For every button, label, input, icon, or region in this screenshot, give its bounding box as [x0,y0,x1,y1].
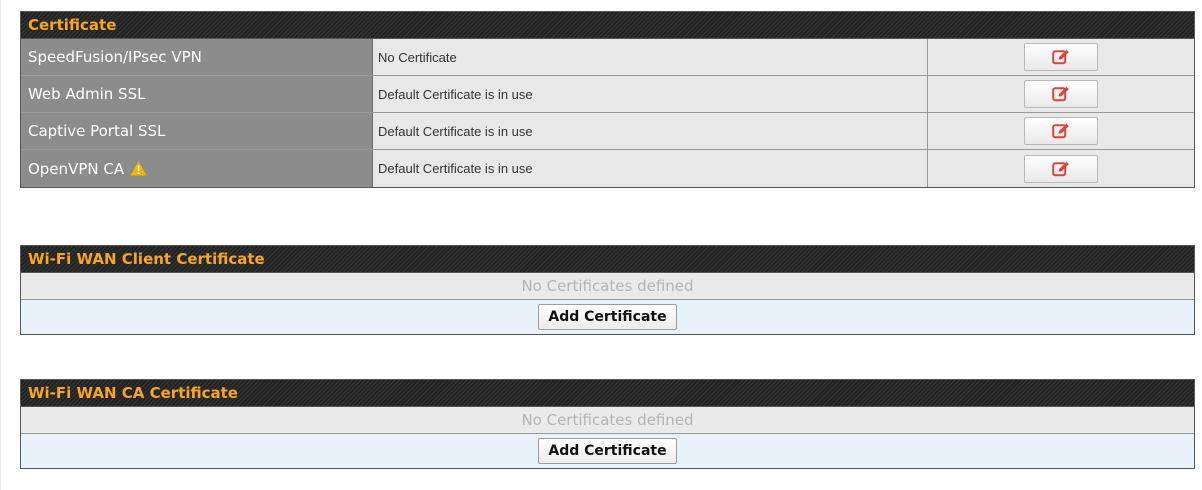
row-value: Default Certificate is in use [373,113,928,149]
table-row: OpenVPN CA Default Certificate is in use [21,150,1194,187]
row-value: Default Certificate is in use [373,76,928,112]
table-row: Captive Portal SSL Default Certificate i… [21,113,1194,150]
wifi-wan-client-certificate-section: Wi-Fi WAN Client Certificate No Certific… [20,245,1195,335]
add-row: Add Certificate [21,434,1194,468]
empty-state-text: No Certificates defined [21,273,1194,300]
add-client-certificate-button[interactable]: Add Certificate [538,304,677,330]
wifi-wan-ca-certificate-section: Wi-Fi WAN CA Certificate No Certificates… [20,379,1195,469]
table-row: SpeedFusion/IPsec VPN No Certificate [21,39,1194,76]
row-action-cell [928,76,1194,112]
row-action-cell [928,39,1194,75]
wifi-wan-ca-section-title: Wi-Fi WAN CA Certificate [21,380,1194,407]
row-value: No Certificate [373,39,928,75]
page-frame: Certificate SpeedFusion/IPsec VPN No Cer… [0,0,1202,490]
wifi-wan-client-section-title: Wi-Fi WAN Client Certificate [21,246,1194,273]
edit-icon [1052,86,1069,102]
row-action-cell [928,113,1194,149]
certificate-section: Certificate SpeedFusion/IPsec VPN No Cer… [20,11,1195,188]
add-ca-certificate-button[interactable]: Add Certificate [538,438,677,464]
row-action-cell [928,150,1194,187]
certificate-section-title: Certificate [21,12,1194,39]
row-label: OpenVPN CA [21,150,373,187]
row-label: Captive Portal SSL [21,113,373,149]
add-row: Add Certificate [21,300,1194,334]
edit-button-web-admin-ssl[interactable] [1024,80,1098,108]
table-row: Web Admin SSL Default Certificate is in … [21,76,1194,113]
warning-icon [130,161,147,176]
edit-icon [1052,161,1069,176]
row-value: Default Certificate is in use [373,150,928,187]
edit-icon [1052,49,1069,65]
edit-button-speedfusion[interactable] [1024,43,1098,71]
edit-button-captive-portal-ssl[interactable] [1024,117,1098,145]
edit-icon [1052,123,1069,139]
row-label: SpeedFusion/IPsec VPN [21,39,373,75]
row-label: Web Admin SSL [21,76,373,112]
empty-state-text: No Certificates defined [21,407,1194,434]
edit-button-openvpn-ca[interactable] [1024,154,1098,183]
